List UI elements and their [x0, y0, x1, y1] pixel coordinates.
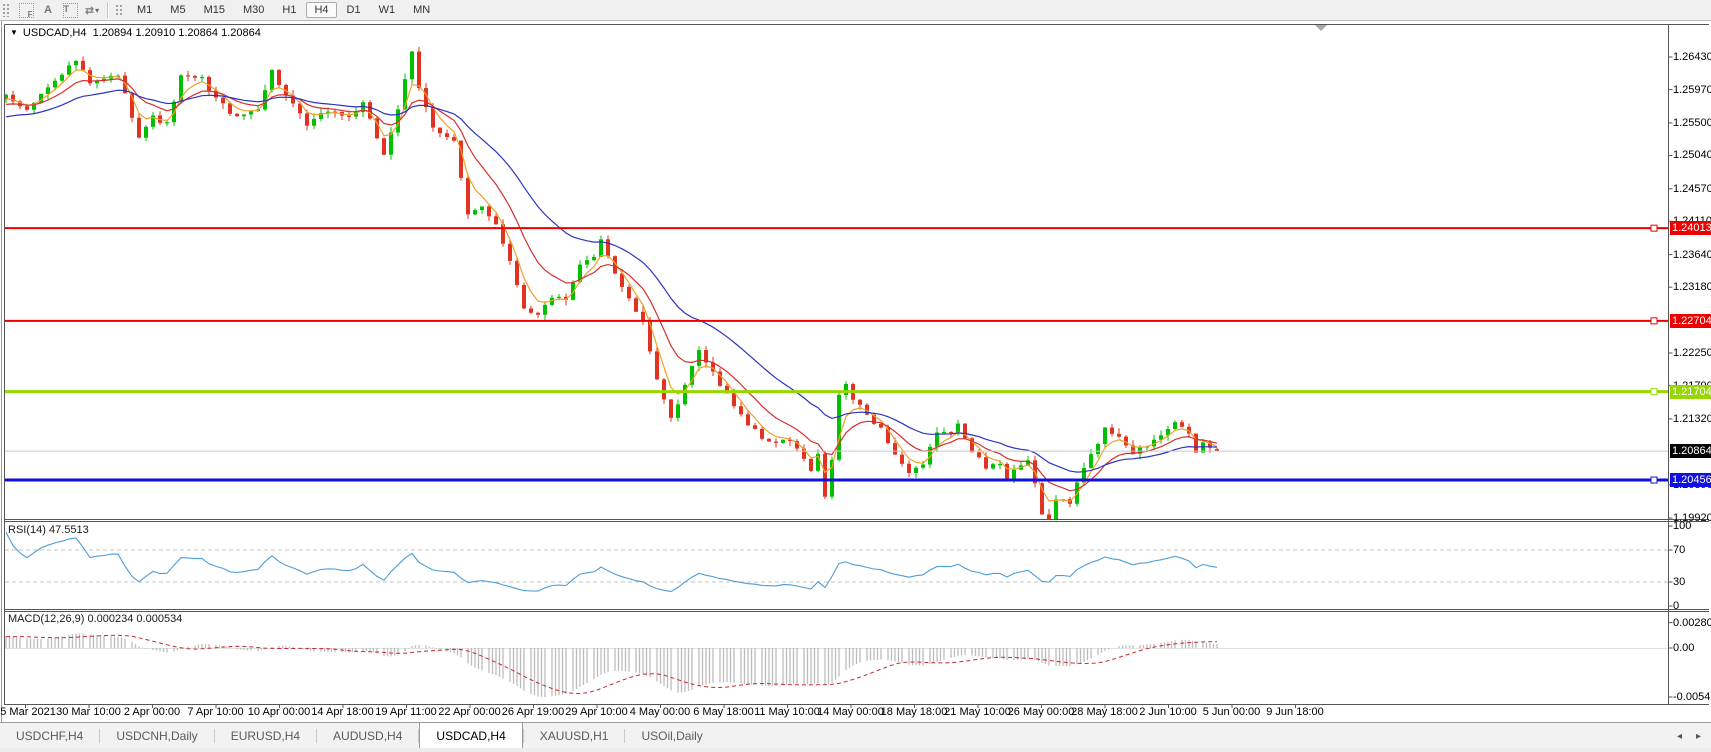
hline-handle [1651, 477, 1657, 483]
timeframe-button-w1[interactable]: W1 [371, 2, 404, 18]
chart-tab-audusd-h4[interactable]: AUDUSD,H4 [317, 723, 418, 749]
rsi-indicator-label: RSI(14) 47.5513 [8, 524, 89, 536]
timeframe-button-d1[interactable]: D1 [339, 2, 369, 18]
time-axis-label: 26 May 00:00 [1008, 706, 1075, 718]
chart-tab-usoil-daily[interactable]: USOil,Daily [625, 723, 718, 749]
timeframe-button-mn[interactable]: MN [405, 2, 438, 18]
price-axis-label: 1.26430 [1673, 51, 1711, 63]
arrow-tools-icon[interactable]: ⇄▾ [82, 2, 102, 19]
chart-tab-usdcad-h4[interactable]: USDCAD,H4 [419, 723, 522, 749]
time-axis-label: 19 Apr 11:00 [375, 706, 437, 718]
chart-tab-usdchf-h4[interactable]: USDCHF,H4 [0, 723, 99, 749]
chart-tab-usdcnh-daily[interactable]: USDCNH,Daily [100, 723, 213, 749]
hline-handle [1651, 318, 1657, 324]
rsi-axis-label: 30 [1673, 576, 1685, 588]
price-axis-label: 1.23640 [1673, 249, 1711, 261]
hline-price-badge: 1.22704 [1670, 314, 1711, 328]
time-axis-label: 26 Apr 19:00 [502, 706, 564, 718]
time-axis-label: 14 Apr 18:00 [311, 706, 373, 718]
rsi-axis-label: 100 [1673, 520, 1691, 532]
chart-tab-eurusd-h4[interactable]: EURUSD,H4 [215, 723, 316, 749]
timeframe-button-m30[interactable]: M30 [235, 2, 272, 18]
hline-handle [1651, 225, 1657, 231]
chart-tab-bar: USDCHF,H4USDCNH,DailyEURUSD,H4AUDUSD,H4U… [0, 722, 1711, 749]
hline-price-badge: 1.20456 [1670, 473, 1711, 487]
time-axis-label: 7 Apr 10:00 [187, 706, 243, 718]
time-axis-label: 11 May 10:00 [754, 706, 820, 718]
grid-f-icon[interactable]: F [16, 2, 36, 19]
tab-scroll-arrows: ◂ ▸ [1677, 723, 1711, 749]
time-axis-label: 30 Mar 10:00 [56, 706, 121, 718]
time-axis-label: 4 May 00:00 [630, 706, 691, 718]
status-strip [0, 748, 1711, 752]
price-axis-label: 1.25500 [1673, 117, 1711, 129]
hline-price-badge: 1.21704 [1670, 385, 1711, 399]
time-axis-label: 2 Jun 10:00 [1139, 706, 1197, 718]
dropdown-caret-icon[interactable]: ▾ [95, 6, 99, 15]
timeframe-button-m15[interactable]: M15 [196, 2, 233, 18]
macd-axis-label: 0.002807 [1673, 617, 1711, 629]
time-axis-label: 21 May 10:00 [944, 706, 1011, 718]
toolbar: F A T ⇄▾ M1M5M15M30H1H4D1W1MN [0, 0, 1711, 21]
toolbar-separator [107, 2, 109, 18]
hline-handle [1651, 389, 1657, 395]
time-axis-label: 25 Mar 2021 [0, 706, 56, 718]
price-chart[interactable] [0, 0, 1711, 722]
price-axis-label: 1.24570 [1673, 183, 1711, 195]
chart-ohlc-values: 1.20894 1.20910 1.20864 1.20864 [93, 27, 261, 39]
chart-title: ▼ USDCAD,H4 1.20894 1.20910 1.20864 1.208… [10, 27, 261, 39]
timeframe-button-h1[interactable]: H1 [274, 2, 304, 18]
macd-values: 0.000234 0.000534 [87, 613, 182, 625]
chart-symbol-period: USDCAD,H4 [23, 27, 87, 39]
rsi-axis-label: 70 [1673, 544, 1685, 556]
time-axis-label: 28 May 18:00 [1071, 706, 1138, 718]
time-axis-label: 29 Apr 10:00 [565, 706, 627, 718]
rsi-axis-label: 0 [1673, 600, 1679, 612]
current-price-badge: 1.20864 [1670, 444, 1711, 458]
chart-tab-xauusd-h1[interactable]: XAUUSD,H1 [524, 723, 625, 749]
timeframe-button-m1[interactable]: M1 [129, 2, 160, 18]
text-label-icon[interactable]: T [60, 2, 80, 19]
timeframe-buttons: M1M5M15M30H1H4D1W1MN [128, 2, 439, 18]
group-grip-icon [115, 4, 124, 16]
price-axis-label: 1.22250 [1673, 347, 1711, 359]
macd-axis-label: -0.005418 [1673, 691, 1711, 703]
time-axis-label: 10 Apr 00:00 [248, 706, 310, 718]
time-axis-label: 5 Jun 00:00 [1203, 706, 1261, 718]
hline-price-badge: 1.24013 [1670, 221, 1711, 235]
time-axis-label: 14 May 00:00 [817, 706, 884, 718]
price-axis-label: 1.21320 [1673, 413, 1711, 425]
price-axis-label: 1.25970 [1673, 84, 1711, 96]
time-axis-label: 18 May 18:00 [881, 706, 948, 718]
timeframe-button-m5[interactable]: M5 [162, 2, 193, 18]
collapse-triangle-icon[interactable]: ▼ [10, 28, 18, 37]
price-axis-label: 1.25040 [1673, 149, 1711, 161]
drag-handle-icon[interactable] [2, 3, 11, 17]
text-a-icon[interactable]: A [38, 2, 58, 19]
timeframe-button-h4[interactable]: H4 [306, 2, 336, 18]
terminal-window: F A T ⇄▾ M1M5M15M30H1H4D1W1MN ▼ USDCAD,H4… [0, 0, 1711, 752]
time-axis-label: 22 Apr 00:00 [438, 706, 500, 718]
price-axis-label: 1.23180 [1673, 281, 1711, 293]
tab-scroll-right-icon[interactable]: ▸ [1696, 731, 1701, 742]
macd-axis-label: 0.00 [1673, 642, 1694, 654]
time-axis-label: 6 May 18:00 [693, 706, 754, 718]
rsi-value: 47.5513 [49, 524, 89, 536]
time-axis-label: 2 Apr 00:00 [124, 706, 180, 718]
macd-indicator-label: MACD(12,26,9) 0.000234 0.000534 [8, 613, 182, 625]
time-axis-label: 9 Jun 18:00 [1266, 706, 1324, 718]
tab-scroll-left-icon[interactable]: ◂ [1677, 731, 1682, 742]
